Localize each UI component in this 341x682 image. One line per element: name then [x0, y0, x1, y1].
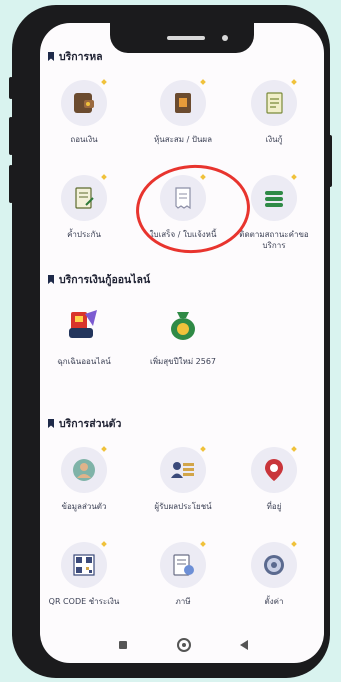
section-title-online-loans: บริการเงินกู้ออนไลน์ [48, 271, 150, 288]
system-navigation-bar [40, 627, 324, 663]
app-screen: บริการหล ถอนเงิน หุ้นสะสม / ปันผล เงินกู… [40, 23, 324, 663]
tile-personal-info[interactable]: ข้อมูลส่วนตัว [41, 446, 127, 512]
guarantee-circle [61, 174, 107, 221]
speaker-grille [167, 36, 205, 40]
tax-circle [160, 541, 206, 588]
contract-icon [75, 187, 94, 209]
beneficiary-circle [160, 446, 206, 493]
tile-withdraw[interactable]: ถอนเงิน [41, 79, 127, 145]
book-icon [175, 93, 191, 113]
address-circle [251, 446, 297, 493]
bookmark-icon [48, 419, 54, 428]
home-icon[interactable] [177, 638, 191, 652]
document-icon [266, 92, 283, 114]
qr-code-icon [73, 554, 95, 576]
withdraw-circle [61, 79, 107, 126]
mute-switch [9, 77, 13, 99]
loan-circle [251, 79, 297, 126]
tile-emergency-online[interactable]: ฉุกเฉินออนไลน์ [41, 302, 127, 367]
user-icon [73, 459, 95, 481]
tile-address[interactable]: ที่อยู่ [231, 446, 317, 512]
tile-beneficiary[interactable]: ผู้รับผลประโยชน์ [140, 446, 226, 512]
tile-new-year-bonus[interactable]: เพิ่มสุขปีใหม่ 2567 [140, 302, 226, 367]
personal-info-circle [61, 446, 107, 493]
section-title-personal-services: บริการส่วนตัว [48, 415, 121, 432]
power-button [328, 135, 332, 187]
tile-receipt-invoice[interactable]: ใบเสร็จ / ใบแจ้งหนี้ [140, 174, 226, 240]
location-icon [265, 459, 283, 481]
receipt-circle [160, 174, 206, 221]
phone-frame: บริการหล ถอนเงิน หุ้นสะสม / ปันผล เงินกู… [9, 5, 332, 678]
camera-notch [110, 23, 254, 53]
tile-qr-payment[interactable]: QR CODE ชำระเงิน [41, 541, 127, 607]
volume-up-button [9, 117, 13, 155]
shares-circle [160, 79, 206, 126]
status-circle [251, 174, 297, 221]
money-bag-circle [160, 302, 206, 348]
bookmark-icon [48, 275, 54, 284]
stack-icon [265, 191, 283, 207]
wallet-icon [74, 93, 94, 113]
tile-loan[interactable]: เงินกู้ [231, 79, 317, 145]
back-icon[interactable] [240, 640, 248, 650]
section-title-main-services: บริการหล [48, 48, 103, 65]
tile-request-status[interactable]: ติดตามสถานะคำขอบริการ [231, 174, 317, 251]
tile-shares-dividend[interactable]: หุ้นสะสม / ปันผล [140, 79, 226, 145]
receipt-icon [175, 187, 191, 210]
emergency-circle [61, 302, 107, 348]
recent-apps-icon[interactable] [119, 641, 127, 649]
money-bag-icon [171, 312, 195, 340]
tile-tax[interactable]: ภาษี [140, 541, 226, 607]
volume-down-button [9, 165, 13, 203]
qr-circle [61, 541, 107, 588]
front-camera [222, 35, 228, 41]
tile-settings[interactable]: ตั้งค่า [231, 541, 317, 607]
emergency-loan-icon [69, 310, 97, 338]
bookmark-icon [48, 52, 54, 61]
tile-guarantee[interactable]: ค้ำประกัน [41, 174, 127, 240]
beneficiary-icon [171, 462, 194, 478]
settings-circle [251, 541, 297, 588]
tax-icon [173, 554, 194, 576]
settings-icon [264, 555, 284, 575]
